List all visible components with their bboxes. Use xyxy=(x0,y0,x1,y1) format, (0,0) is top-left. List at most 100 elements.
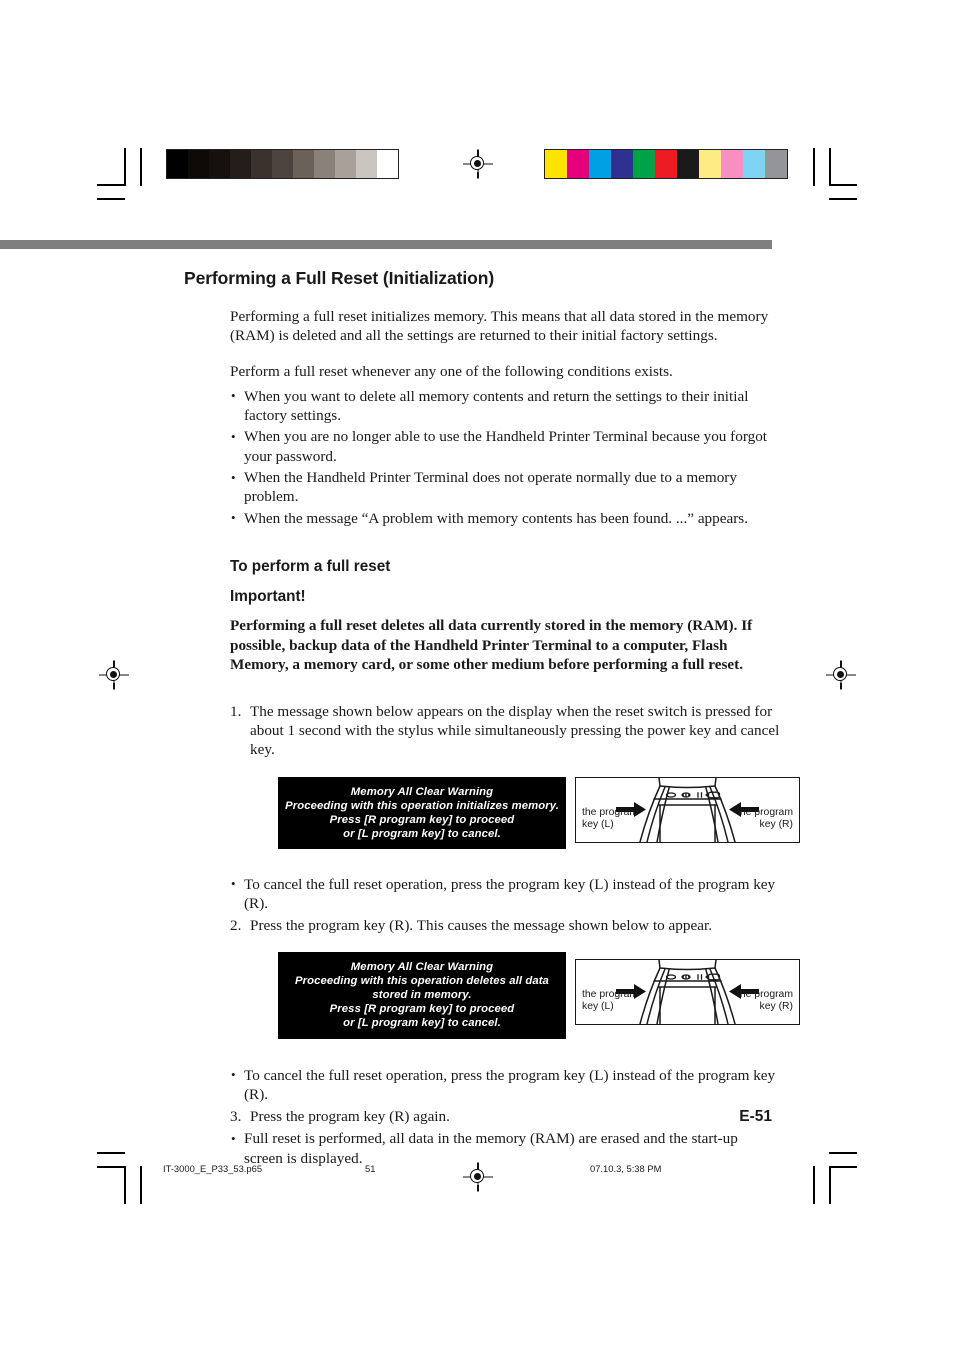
grayscale-swatch-10 xyxy=(377,150,398,178)
lcd-line: Press [R program key] to proceed xyxy=(329,1003,515,1016)
page-content: Performing a Full Reset (Initialization)… xyxy=(184,268,800,1168)
list-item: When the message “A problem with memory … xyxy=(230,508,780,528)
grayscale-swatch-9 xyxy=(356,150,377,178)
list-item: When you are no longer able to use the H… xyxy=(230,427,780,466)
label-line: the program xyxy=(582,988,639,1000)
important-label: Important! xyxy=(230,587,306,605)
lcd-line: Memory All Clear Warning xyxy=(350,960,494,973)
color-swatch-3 xyxy=(611,150,633,178)
bars-indicator-icon xyxy=(697,973,703,980)
crop-mark-top-right-vertical-2 xyxy=(829,148,831,186)
crop-mark-top-left-vertical-2 xyxy=(140,148,142,186)
crop-mark-bottom-right-vertical xyxy=(813,1166,815,1204)
registration-mark-left-middle xyxy=(99,660,129,690)
figure-2: Memory All Clear Warning Proceeding with… xyxy=(230,951,800,1044)
label-line: key (R) xyxy=(759,1000,793,1012)
procedure-step-1: 1. The message shown below appears on th… xyxy=(230,702,780,760)
crop-mark-bottom-right-horizontal-2 xyxy=(829,1166,857,1168)
color-swatch-9 xyxy=(743,150,765,178)
grayscale-swatch-4 xyxy=(251,150,272,178)
crop-mark-bottom-left-vertical-2 xyxy=(140,1166,142,1204)
step-number: 1. xyxy=(230,702,242,720)
grayscale-swatch-6 xyxy=(293,150,314,178)
lcd-line: or [L program key] to cancel. xyxy=(343,828,501,841)
lcd-screen-warning-2: Memory All Clear Warning Proceeding with… xyxy=(278,951,566,1039)
grayscale-swatch-7 xyxy=(314,150,335,178)
lcd-line: Proceeding with this operation initializ… xyxy=(285,799,559,812)
crop-mark-top-left-horizontal-2 xyxy=(97,198,125,200)
color-swatch-5 xyxy=(655,150,677,178)
crop-mark-bottom-left-horizontal-2 xyxy=(97,1166,125,1168)
conditions-list: When you want to delete all memory conte… xyxy=(230,386,780,528)
device-diagram-1: the program key (L) the program key (R) xyxy=(575,776,800,843)
important-body: Performing a full reset deletes all data… xyxy=(230,616,753,674)
label-line: key (R) xyxy=(759,819,793,831)
crop-mark-bottom-left-horizontal xyxy=(97,1152,125,1154)
lcd-screen-warning-1: Memory All Clear Warning Proceeding with… xyxy=(278,776,566,850)
page-title: Performing a Full Reset (Initialization) xyxy=(184,268,495,288)
lcd-line: Memory All Clear Warning xyxy=(350,785,494,798)
crop-mark-bottom-right-horizontal xyxy=(829,1152,857,1154)
bars-indicator-icon xyxy=(697,791,703,798)
step-number: 3. xyxy=(230,1108,242,1126)
procedure-step-2: 2. Press the program key (R). This cause… xyxy=(230,916,780,935)
cancel-note-2: To cancel the full reset operation, pres… xyxy=(230,1065,780,1105)
device-diagram-2: the program key (L) the program key (R) xyxy=(575,958,800,1025)
color-swatch-8 xyxy=(721,150,743,178)
color-swatch-4 xyxy=(633,150,655,178)
grayscale-calibration-bar xyxy=(166,149,399,179)
page-folio: E-51 xyxy=(739,1108,772,1125)
cancel-note-1: To cancel the full reset operation, pres… xyxy=(230,874,780,914)
grayscale-swatch-5 xyxy=(272,150,293,178)
lcd-line: Press [R program key] to proceed xyxy=(329,814,515,827)
lcd-line: or [L program key] to cancel. xyxy=(343,1017,501,1030)
footer-page-number: 51 xyxy=(365,1163,376,1174)
body-column: Performing a full reset initializes memo… xyxy=(230,307,800,1168)
label-line: key (L) xyxy=(582,1000,614,1012)
procedure-step-3: 3. Press the program key (R) again. xyxy=(230,1107,780,1126)
procedure-heading: To perform a full reset xyxy=(230,557,391,575)
lcd-line: stored in memory. xyxy=(372,988,472,1001)
list-item: When you want to delete all memory conte… xyxy=(230,386,780,426)
grayscale-swatch-2 xyxy=(209,150,230,178)
step-text: Press the program key (R). This causes t… xyxy=(250,917,712,935)
label-line: the program xyxy=(582,806,639,818)
figure-1: Memory All Clear Warning Proceeding with… xyxy=(230,776,800,855)
step-text: The message shown below appears on the d… xyxy=(250,702,780,759)
crop-mark-top-left-vertical xyxy=(124,148,126,186)
color-swatch-10 xyxy=(765,150,787,178)
program-key-right-label: the program key (R) xyxy=(737,807,793,832)
intro-paragraph-1: Performing a full reset initializes memo… xyxy=(230,308,769,345)
registration-mark-right-middle xyxy=(826,660,856,690)
grayscale-swatch-0 xyxy=(167,150,188,178)
crop-mark-bottom-left-vertical xyxy=(124,1166,126,1204)
list-item: When the Handheld Printer Terminal does … xyxy=(230,468,780,507)
intro-paragraph-2: Perform a full reset whenever any one of… xyxy=(230,362,673,380)
grayscale-swatch-1 xyxy=(188,150,209,178)
color-swatch-7 xyxy=(699,150,721,178)
label-line: the program xyxy=(736,988,793,1000)
grayscale-swatch-3 xyxy=(230,150,251,178)
registration-mark-top-center xyxy=(463,149,493,179)
lcd-line: Proceeding with this operation deletes a… xyxy=(295,974,549,987)
step-number: 2. xyxy=(230,917,242,935)
crop-mark-top-right-vertical xyxy=(813,148,815,186)
final-note: Full reset is performed, all data in the… xyxy=(230,1129,780,1168)
program-key-left-label: the program key (L) xyxy=(582,807,638,832)
color-swatch-1 xyxy=(567,150,589,178)
color-calibration-bar xyxy=(544,149,788,179)
label-line: key (L) xyxy=(582,819,614,831)
footer-filename: IT-3000_E_P33_53.p65 xyxy=(163,1163,263,1174)
header-rule xyxy=(0,240,772,249)
color-swatch-2 xyxy=(589,150,611,178)
step-text: Press the program key (R) again. xyxy=(250,1108,450,1126)
footer-timestamp: 07.10.3, 5:38 PM xyxy=(590,1163,662,1174)
crop-mark-bottom-right-vertical-2 xyxy=(829,1166,831,1204)
color-swatch-0 xyxy=(545,150,567,178)
program-key-right-label: the program key (R) xyxy=(737,989,793,1014)
crop-mark-top-right-horizontal xyxy=(829,184,857,186)
crop-mark-top-right-horizontal-2 xyxy=(829,198,857,200)
program-key-left-label: the program key (L) xyxy=(582,989,638,1014)
color-swatch-6 xyxy=(677,150,699,178)
label-line: the program xyxy=(736,806,793,818)
